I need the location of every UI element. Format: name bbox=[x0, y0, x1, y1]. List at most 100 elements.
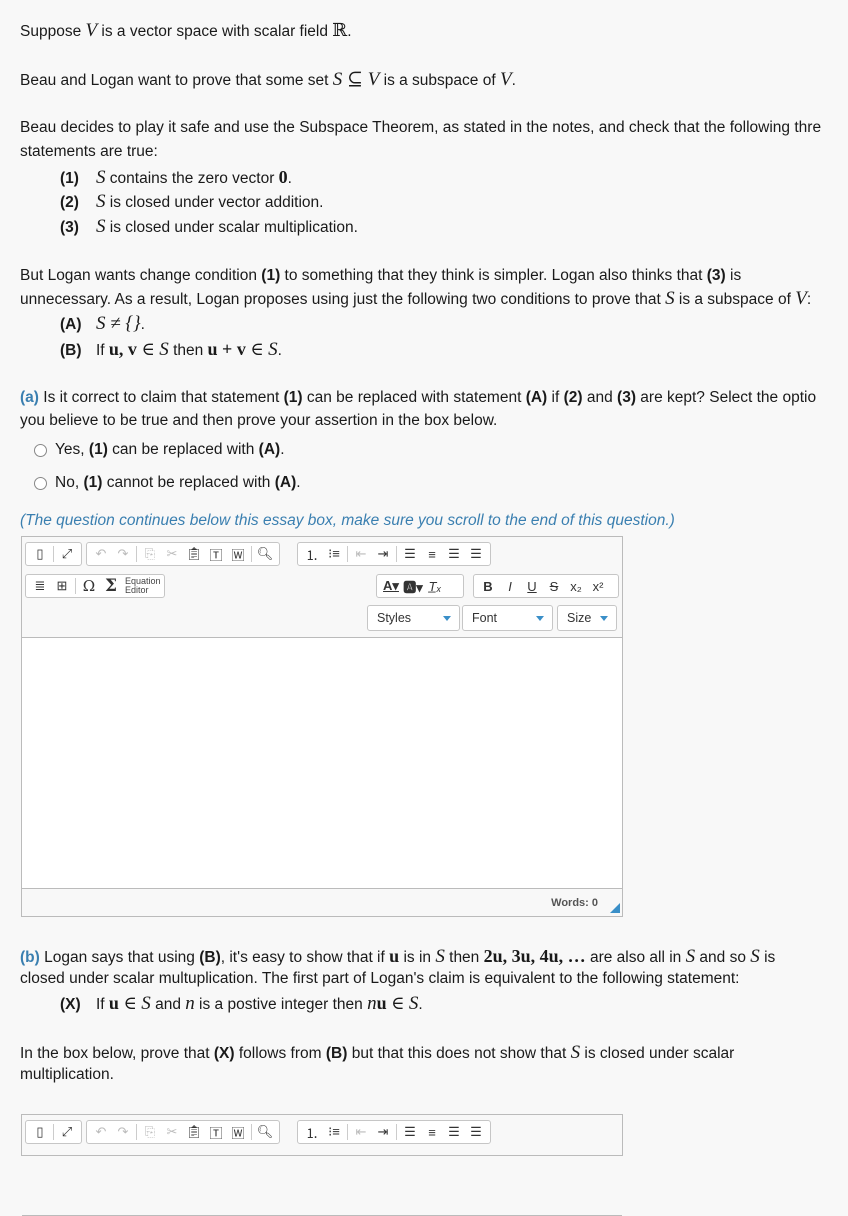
outdent-icon[interactable]: ⇤ bbox=[350, 544, 372, 564]
bulleted-list-icon[interactable]: ⁝≡ bbox=[323, 1122, 345, 1142]
math-uv: u, v bbox=[108, 339, 137, 359]
justify-icon[interactable]: ☰ bbox=[465, 1122, 487, 1142]
part-b-line-1: (b) Logan says that using (B), it's easy… bbox=[20, 945, 775, 969]
cut-icon[interactable]: ✂ bbox=[161, 1122, 183, 1142]
undo-icon[interactable]: ↶ bbox=[90, 1122, 112, 1142]
background-color-icon[interactable]: 🅰▾ bbox=[402, 576, 424, 596]
paste-text-icon[interactable]: 🅃 bbox=[205, 544, 227, 564]
ref: (3) bbox=[617, 389, 636, 406]
ref: (1) bbox=[83, 474, 103, 491]
styles-label: Styles bbox=[377, 611, 412, 625]
size-dropdown[interactable]: Size bbox=[557, 605, 617, 631]
condition-B: (B) If u, v ∈ S then u + v ∈ S. bbox=[60, 338, 282, 362]
find-icon[interactable]: 🔍︎ bbox=[254, 544, 276, 564]
maximize-icon[interactable]: ⤢ bbox=[56, 544, 78, 564]
paste-word-icon[interactable]: 🅆 bbox=[227, 544, 249, 564]
condition-X: (X) If u ∈ S and n is a postive integer t… bbox=[60, 992, 423, 1016]
justify-icon[interactable]: ☰ bbox=[465, 544, 487, 564]
condition-3: (3) S is closed under scalar multiplicati… bbox=[60, 216, 358, 239]
copy-icon[interactable]: ⎘ bbox=[139, 1122, 161, 1142]
font-dropdown[interactable]: Font bbox=[462, 605, 553, 631]
paste-word-icon[interactable]: 🅆 bbox=[227, 1122, 249, 1142]
strike-icon[interactable]: S bbox=[543, 576, 565, 596]
editor-statusbar: Words: 0 bbox=[22, 889, 622, 916]
bulleted-list-icon[interactable]: ⁝≡ bbox=[323, 544, 345, 564]
text: . bbox=[347, 23, 352, 40]
underline-icon[interactable]: U bbox=[521, 576, 543, 596]
redo-icon[interactable]: ↷ bbox=[112, 544, 134, 564]
styles-dropdown[interactable]: Styles bbox=[367, 605, 460, 631]
paste-text-icon[interactable]: 🅃 bbox=[205, 1122, 227, 1142]
toolbar-group-colors: A▾ 🅰▾ T̲ₓ bbox=[376, 574, 464, 598]
option-yes[interactable]: Yes, (1) can be replaced with (A). bbox=[34, 439, 285, 461]
radio-yes[interactable] bbox=[34, 443, 47, 457]
bold-icon[interactable]: B bbox=[477, 576, 499, 596]
math-S: S bbox=[141, 993, 151, 1014]
paste-icon[interactable]: 📋︎ bbox=[183, 1122, 205, 1142]
text: If bbox=[96, 996, 109, 1013]
text: . bbox=[280, 441, 285, 458]
omega-icon[interactable]: Ω bbox=[78, 576, 100, 596]
numbered-list-icon[interactable]: ⒈ bbox=[301, 1122, 323, 1142]
option-no[interactable]: No, (1) cannot be replaced with (A). bbox=[34, 472, 301, 494]
align-left-icon[interactable]: ☰ bbox=[399, 1122, 421, 1142]
math-S: S bbox=[96, 216, 106, 237]
text: Beau and Logan want to prove that some s… bbox=[20, 72, 333, 89]
indent-icon[interactable]: ⇥ bbox=[372, 1122, 394, 1142]
radio-no[interactable] bbox=[34, 476, 47, 490]
essay-editor-a: ▯ ⤢ ↶ ↷ ⎘ ✂ 📋︎ 🅃 🅆 🔍︎ ⒈ ⁝≡ ⇤ ⇥ ☰ ≡ ☰ ☰ ≣… bbox=[21, 536, 623, 917]
text: . bbox=[140, 316, 145, 333]
math-u-plus-v: u + v bbox=[207, 339, 246, 359]
italic-icon[interactable]: I bbox=[499, 576, 521, 596]
outdent-icon[interactable]: ⇤ bbox=[350, 1122, 372, 1142]
condition-A: (A) S ≠ {}. bbox=[60, 313, 145, 336]
indent-icon[interactable]: ⇥ bbox=[372, 544, 394, 564]
text: No, bbox=[55, 474, 80, 491]
align-left-icon[interactable]: ☰ bbox=[399, 544, 421, 564]
chevron-down-icon bbox=[600, 615, 608, 621]
align-center-icon[interactable]: ≡ bbox=[421, 1122, 443, 1142]
essay-input-a[interactable] bbox=[22, 638, 622, 889]
table-icon[interactable]: ⊞ bbox=[51, 576, 73, 596]
part-a-question-line-2: you believe to be true and then prove yo… bbox=[20, 412, 498, 429]
text: is in bbox=[399, 949, 436, 966]
text: If bbox=[96, 342, 109, 359]
intro-line-2: Beau and Logan want to prove that some s… bbox=[20, 69, 516, 92]
text: is closed under scalar multiplication. bbox=[105, 219, 358, 236]
superscript-icon[interactable]: x² bbox=[587, 576, 609, 596]
text: In the box below, prove that bbox=[20, 1045, 214, 1062]
math-sequence: 2u, 3u, 4u, … bbox=[483, 946, 586, 966]
maximize-icon[interactable]: ⤢ bbox=[56, 1122, 78, 1142]
horizontal-rule-icon[interactable]: ≣ bbox=[29, 576, 51, 596]
align-right-icon[interactable]: ☰ bbox=[443, 544, 465, 564]
chevron-down-icon bbox=[443, 615, 451, 621]
ref: (1) bbox=[261, 267, 281, 284]
beau-line-2: statements are true: bbox=[20, 143, 158, 160]
source-icon[interactable]: ▯ bbox=[29, 544, 51, 564]
subscript-icon[interactable]: x₂ bbox=[565, 576, 587, 596]
numbered-list-icon[interactable]: ⒈ bbox=[301, 544, 323, 564]
equation-editor-button[interactable]: Equation Editor bbox=[125, 577, 161, 595]
undo-icon[interactable]: ↶ bbox=[90, 544, 112, 564]
text-color-icon[interactable]: A▾ bbox=[380, 576, 402, 596]
editor-toolbar: ▯ ⤢ ↶ ↷ ⎘ ✂ 📋︎ 🅃 🅆 🔍︎ ⒈ ⁝≡ ⇤ ⇥ ☰ ≡ ☰ ☰ bbox=[22, 1115, 622, 1216]
toolbar-group-insert: ≣ ⊞ Ω Σ Equation Editor bbox=[25, 574, 165, 598]
copy-icon[interactable]: ⎘ bbox=[139, 544, 161, 564]
find-icon[interactable]: 🔍︎ bbox=[254, 1122, 276, 1142]
part-a-label: (a) bbox=[20, 389, 39, 406]
logan-line-1: But Logan wants change condition (1) to … bbox=[20, 265, 741, 287]
align-center-icon[interactable]: ≡ bbox=[421, 544, 443, 564]
redo-icon[interactable]: ↷ bbox=[112, 1122, 134, 1142]
text: is bbox=[759, 949, 776, 966]
resize-handle-icon[interactable] bbox=[610, 903, 620, 913]
paste-icon[interactable]: 📋︎ bbox=[183, 544, 205, 564]
text: and so bbox=[695, 949, 751, 966]
math-S: S bbox=[96, 191, 106, 212]
sigma-icon[interactable]: Σ bbox=[100, 576, 122, 596]
essay-editor-b: ▯ ⤢ ↶ ↷ ⎘ ✂ 📋︎ 🅃 🅆 🔍︎ ⒈ ⁝≡ ⇤ ⇥ ☰ ≡ ☰ ☰ bbox=[21, 1114, 623, 1216]
source-icon[interactable]: ▯ bbox=[29, 1122, 51, 1142]
remove-format-icon[interactable]: T̲ₓ bbox=[424, 576, 446, 596]
math-V: V bbox=[795, 288, 807, 309]
align-right-icon[interactable]: ☰ bbox=[443, 1122, 465, 1142]
cut-icon[interactable]: ✂ bbox=[161, 544, 183, 564]
